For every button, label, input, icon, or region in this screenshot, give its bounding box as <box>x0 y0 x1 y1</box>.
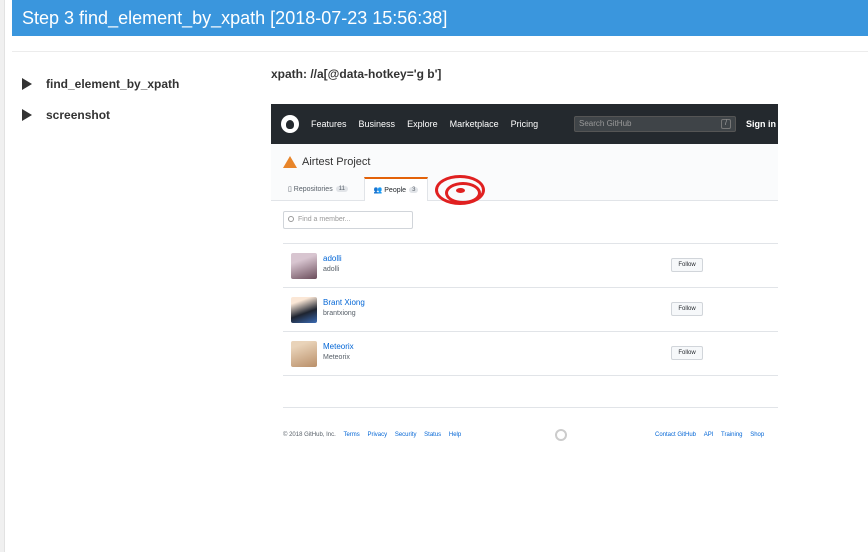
avatar <box>291 341 317 367</box>
follow-button: Follow <box>671 302 703 316</box>
member-name: Brant Xiong <box>323 298 365 307</box>
footer-link: Contact GitHub <box>655 432 697 438</box>
find-placeholder: Find a member... <box>298 216 351 223</box>
member-name: Meteorix <box>323 342 354 351</box>
people-icon: 👥 <box>373 187 385 194</box>
footer-link: Status <box>424 432 442 438</box>
avatar <box>291 297 317 323</box>
list-item: adolli adolli Follow <box>283 244 778 288</box>
follow-button: Follow <box>671 258 703 272</box>
step-tree: find_element_by_xpath screenshot <box>22 74 179 136</box>
tree-item-find-element[interactable]: find_element_by_xpath <box>22 74 179 94</box>
footer-link: Training <box>721 432 743 438</box>
member-list: adolli adolli Follow Brant Xiong brantxi… <box>283 243 778 376</box>
org-logo-icon <box>283 156 297 168</box>
sign-in-link: Sign in <box>746 119 776 129</box>
nav-marketplace: Marketplace <box>449 119 499 129</box>
nav-business: Business <box>358 119 396 129</box>
footer-divider <box>283 407 778 408</box>
github-logo-icon <box>281 115 299 133</box>
search-icon <box>288 216 294 222</box>
nav-pricing: Pricing <box>510 119 539 129</box>
avatar <box>291 253 317 279</box>
footer-link: Help <box>448 432 462 438</box>
footer-link: API <box>703 432 714 438</box>
list-item: Brant Xiong brantxiong Follow <box>283 288 778 332</box>
github-menu: Features Business Explore Marketplace Pr… <box>311 104 550 144</box>
copyright: © 2018 GitHub, Inc. <box>283 432 336 438</box>
tab-count: 3 <box>409 187 419 193</box>
tree-item-label[interactable]: find_element_by_xpath <box>46 77 179 91</box>
expand-arrow-icon[interactable] <box>22 78 32 90</box>
list-item: Meteorix Meteorix Follow <box>283 332 778 376</box>
footer-link: Security <box>394 432 417 438</box>
xpath-text: xpath: //a[@data-hotkey='g b'] <box>271 67 442 81</box>
find-member-input: Find a member... <box>283 211 413 229</box>
footer-link: Shop <box>750 432 765 438</box>
step-title: Step 3 find_element_by_xpath [2018-07-23… <box>12 0 868 36</box>
org-name: Airtest Project <box>302 156 371 168</box>
expand-arrow-icon[interactable] <box>22 109 32 121</box>
member-name: adolli <box>323 254 342 263</box>
tab-people: 👥 People 3 <box>364 177 428 201</box>
search-placeholder: Search GitHub <box>579 119 632 128</box>
slash-key-icon: / <box>721 119 731 129</box>
follow-button: Follow <box>671 346 703 360</box>
footer-right: Contact GitHub API Training Shop <box>649 432 764 438</box>
tab-label: Repositories <box>293 185 333 193</box>
footer-link: Terms <box>343 432 360 438</box>
footer-link: Privacy <box>367 432 388 438</box>
tab-count: 11 <box>335 186 348 192</box>
target-marker-icon <box>435 175 485 205</box>
divider <box>12 51 868 52</box>
nav-explore: Explore <box>407 119 438 129</box>
tab-repositories: ▯ Repositories 11 <box>288 177 348 201</box>
screenshot-image: Features Business Explore Marketplace Pr… <box>271 104 778 460</box>
member-login: adolli <box>323 266 340 273</box>
left-border <box>0 0 5 552</box>
footer-left: © 2018 GitHub, Inc. Terms Privacy Securi… <box>283 432 461 438</box>
github-navbar: Features Business Explore Marketplace Pr… <box>271 104 778 144</box>
org-header: Airtest Project ▯ Repositories 11 👥 Peop… <box>271 144 778 201</box>
nav-features: Features <box>311 119 347 129</box>
member-login: Meteorix <box>323 354 350 361</box>
member-login: brantxiong <box>323 310 356 317</box>
tree-item-screenshot[interactable]: screenshot <box>22 105 179 125</box>
github-mark-icon <box>555 429 567 441</box>
tab-label: People <box>384 186 407 194</box>
github-search: Search GitHub / <box>574 116 736 132</box>
tree-item-label[interactable]: screenshot <box>46 108 110 122</box>
